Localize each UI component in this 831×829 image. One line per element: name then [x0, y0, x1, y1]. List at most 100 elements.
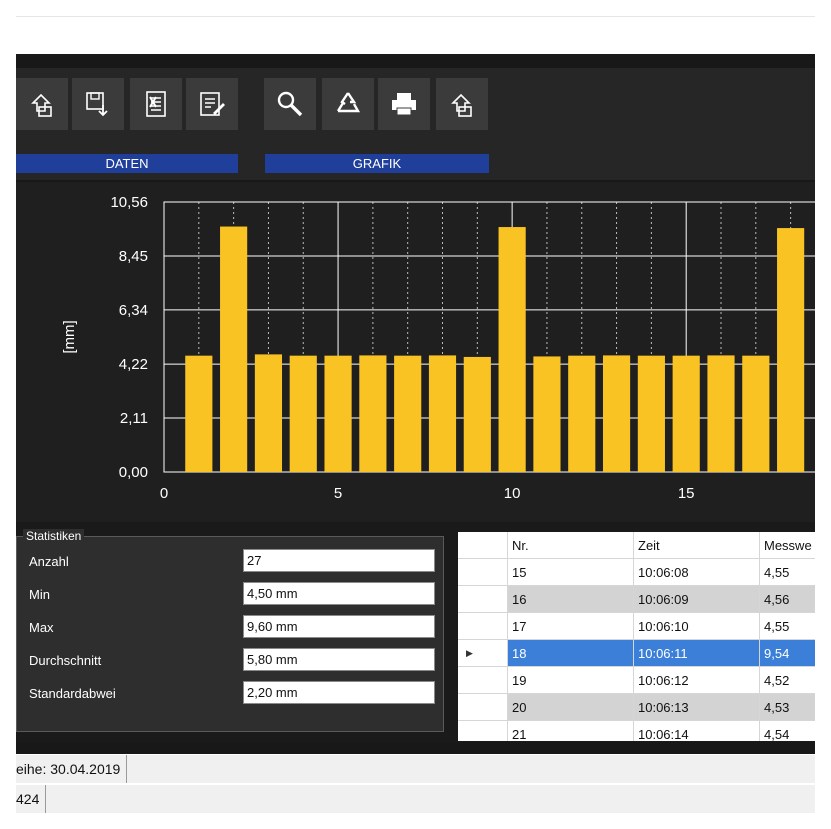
open-file-icon — [451, 93, 472, 117]
bar — [220, 226, 248, 472]
bar — [324, 355, 352, 472]
row-header-corner — [458, 532, 508, 559]
status-date: eihe: 30.04.2019 — [16, 755, 128, 783]
reset-button[interactable] — [322, 78, 374, 130]
column-header-value[interactable]: Messwe — [760, 532, 815, 559]
cell-nr[interactable]: 17 — [508, 613, 634, 640]
bar — [672, 355, 700, 472]
x-tick-label: 15 — [678, 485, 695, 502]
status-bar-secondary: 424 — [16, 785, 815, 813]
bar — [428, 355, 457, 472]
export-excel-button[interactable] — [130, 78, 182, 130]
cell-nr[interactable]: 19 — [508, 667, 634, 694]
cell-time[interactable]: 10:06:13 — [634, 694, 760, 721]
cell-time[interactable]: 10:06:09 — [634, 586, 760, 613]
y-axis-label: [mm] — [61, 320, 78, 353]
table-row[interactable]: 21 10:06:14 4,54 — [458, 721, 815, 741]
cell-time[interactable]: 10:06:10 — [634, 613, 760, 640]
export-excel-icon — [146, 91, 166, 117]
column-header-time[interactable]: Zeit — [634, 532, 760, 559]
printer-icon — [392, 93, 416, 116]
table-row[interactable]: 17 10:06:10 4,55 — [458, 613, 815, 640]
edit-document-icon — [200, 92, 225, 116]
cell-nr[interactable]: 18 — [508, 640, 634, 667]
bar — [498, 227, 526, 472]
bar — [777, 228, 805, 472]
bar — [254, 354, 283, 472]
x-tick-label: 0 — [160, 485, 168, 502]
bar — [602, 355, 631, 472]
row-selector[interactable] — [458, 694, 508, 721]
toolbar: DATEN GRAFIK — [16, 68, 815, 180]
table-row[interactable]: 19 10:06:12 4,52 — [458, 667, 815, 694]
table-row[interactable]: 20 10:06:13 4,53 — [458, 694, 815, 721]
cell-time[interactable]: 10:06:14 — [634, 721, 760, 741]
open-file-icon — [31, 93, 52, 117]
cell-value[interactable]: 9,54 — [760, 640, 815, 667]
x-tick-label: 5 — [334, 485, 342, 502]
table-row[interactable]: 16 10:06:09 4,56 — [458, 586, 815, 613]
stat-label-stddev: Standardabwei — [29, 686, 116, 701]
graph-open-button[interactable] — [436, 78, 488, 130]
bar — [289, 355, 317, 472]
y-tick-label: 0,00 — [119, 464, 148, 481]
row-selector[interactable] — [458, 559, 508, 586]
stat-value-count[interactable]: 27 — [243, 549, 435, 572]
cell-nr[interactable]: 15 — [508, 559, 634, 586]
row-selector[interactable] — [458, 613, 508, 640]
cell-nr[interactable]: 16 — [508, 586, 634, 613]
cell-value[interactable]: 4,55 — [760, 559, 815, 586]
table-header: Nr. Zeit Messwe — [458, 532, 815, 559]
y-tick-label: 8,45 — [119, 248, 148, 265]
row-selector[interactable] — [458, 667, 508, 694]
stat-value-stddev[interactable]: 2,20 mm — [243, 681, 435, 704]
stat-value-min[interactable]: 4,50 mm — [243, 582, 435, 605]
magnifier-icon — [277, 91, 303, 117]
bar — [533, 356, 561, 472]
data-group-label: DATEN — [16, 154, 238, 173]
column-header-nr[interactable]: Nr. — [508, 532, 634, 559]
cell-value[interactable]: 4,52 — [760, 667, 815, 694]
stat-label-average: Durchschnitt — [29, 653, 102, 668]
print-button[interactable] — [378, 78, 430, 130]
row-selector[interactable] — [458, 586, 508, 613]
cell-value[interactable]: 4,56 — [760, 586, 815, 613]
bar — [707, 355, 735, 472]
open-file-button[interactable] — [16, 78, 68, 130]
cell-nr[interactable]: 20 — [508, 694, 634, 721]
cell-value[interactable]: 4,54 — [760, 721, 815, 741]
bar — [742, 355, 770, 472]
measurement-table: Nr. Zeit Messwe 15 10:06:08 4,55 16 10:0… — [458, 532, 815, 741]
cell-value[interactable]: 4,55 — [760, 613, 815, 640]
zoom-button[interactable] — [264, 78, 316, 130]
app-window: DATEN GRAFIK 10,56 8,45 6,34 4,22 2,11 0,00 0 5… — [16, 54, 815, 754]
cell-nr[interactable]: 21 — [508, 721, 634, 741]
row-selector[interactable] — [458, 721, 508, 741]
graph-group-label: GRAFIK — [265, 154, 489, 173]
save-file-button[interactable] — [72, 78, 124, 130]
cell-time[interactable]: 10:06:11 — [634, 640, 760, 667]
top-divider — [16, 16, 815, 17]
bar — [637, 355, 665, 472]
cell-time[interactable]: 10:06:12 — [634, 667, 760, 694]
y-tick-label: 6,34 — [119, 302, 148, 319]
recycle-icon — [336, 92, 361, 113]
stat-value-max[interactable]: 9,60 mm — [243, 615, 435, 638]
bottom-panel: Statistiken Anzahl 27 Min 4,50 mm Max 9,… — [16, 522, 815, 742]
cell-time[interactable]: 10:06:08 — [634, 559, 760, 586]
bar-chart: 10,56 8,45 6,34 4,22 2,11 0,00 0 5 10 15 [mm] — [61, 194, 815, 502]
edit-document-button[interactable] — [186, 78, 238, 130]
bar — [568, 355, 596, 472]
bar — [394, 355, 422, 472]
x-tick-label: 10 — [504, 485, 521, 502]
bar — [463, 356, 491, 472]
stat-value-average[interactable]: 5,80 mm — [243, 648, 435, 671]
y-tick-label: 4,22 — [119, 356, 148, 373]
status-bar: eihe: 30.04.2019 — [16, 755, 815, 783]
stat-label-min: Min — [29, 587, 50, 602]
row-selector[interactable]: ▶ — [458, 640, 508, 667]
table-row[interactable]: 15 10:06:08 4,55 — [458, 559, 815, 586]
stat-label-count: Anzahl — [29, 554, 69, 569]
table-row-selected[interactable]: ▶ 18 10:06:11 9,54 — [458, 640, 815, 667]
cell-value[interactable]: 4,53 — [760, 694, 815, 721]
